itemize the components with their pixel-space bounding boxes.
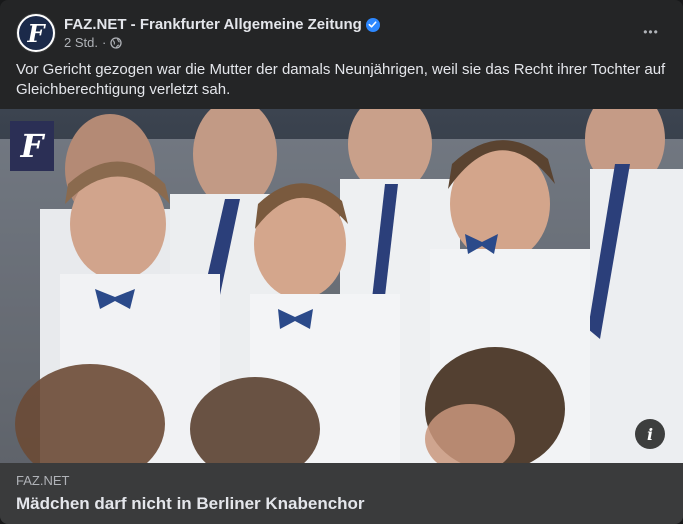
page-name[interactable]: FAZ.NET - Frankfurter Allgemeine Zeitung [64,16,362,33]
verified-check-icon [365,17,380,32]
time-separator: · [101,35,107,50]
faz-badge-icon: F [10,121,54,171]
page-avatar[interactable]: F [16,13,56,53]
link-domain: FAZ.NET [16,473,70,488]
post-text: Vor Gericht gezogen war die Mutter der d… [16,61,666,98]
info-button[interactable]: i [635,419,665,449]
time-row: 2 Std. · [64,35,380,50]
info-icon: i [646,424,654,444]
choir-photo [0,109,683,463]
more-icon: ••• [643,25,659,39]
post-card: F FAZ.NET - Frankfurter Allgemeine Zeitu… [0,0,683,524]
faz-logo-icon: F [19,16,53,50]
post-header: F FAZ.NET - Frankfurter Allgemeine Zeitu… [16,12,667,54]
link-title[interactable]: Mädchen darf nicht in Berliner Knabencho… [16,494,667,514]
post-timestamp[interactable]: 2 Std. [64,35,98,50]
name-row: FAZ.NET - Frankfurter Allgemeine Zeitung [64,16,380,33]
article-image[interactable]: F i [0,109,683,463]
more-options-button[interactable]: ••• [635,16,667,48]
post-meta: FAZ.NET - Frankfurter Allgemeine Zeitung… [64,16,380,50]
link-preview[interactable]: FAZ.NET Mädchen darf nicht in Berliner K… [0,463,683,524]
globe-icon [110,36,122,49]
